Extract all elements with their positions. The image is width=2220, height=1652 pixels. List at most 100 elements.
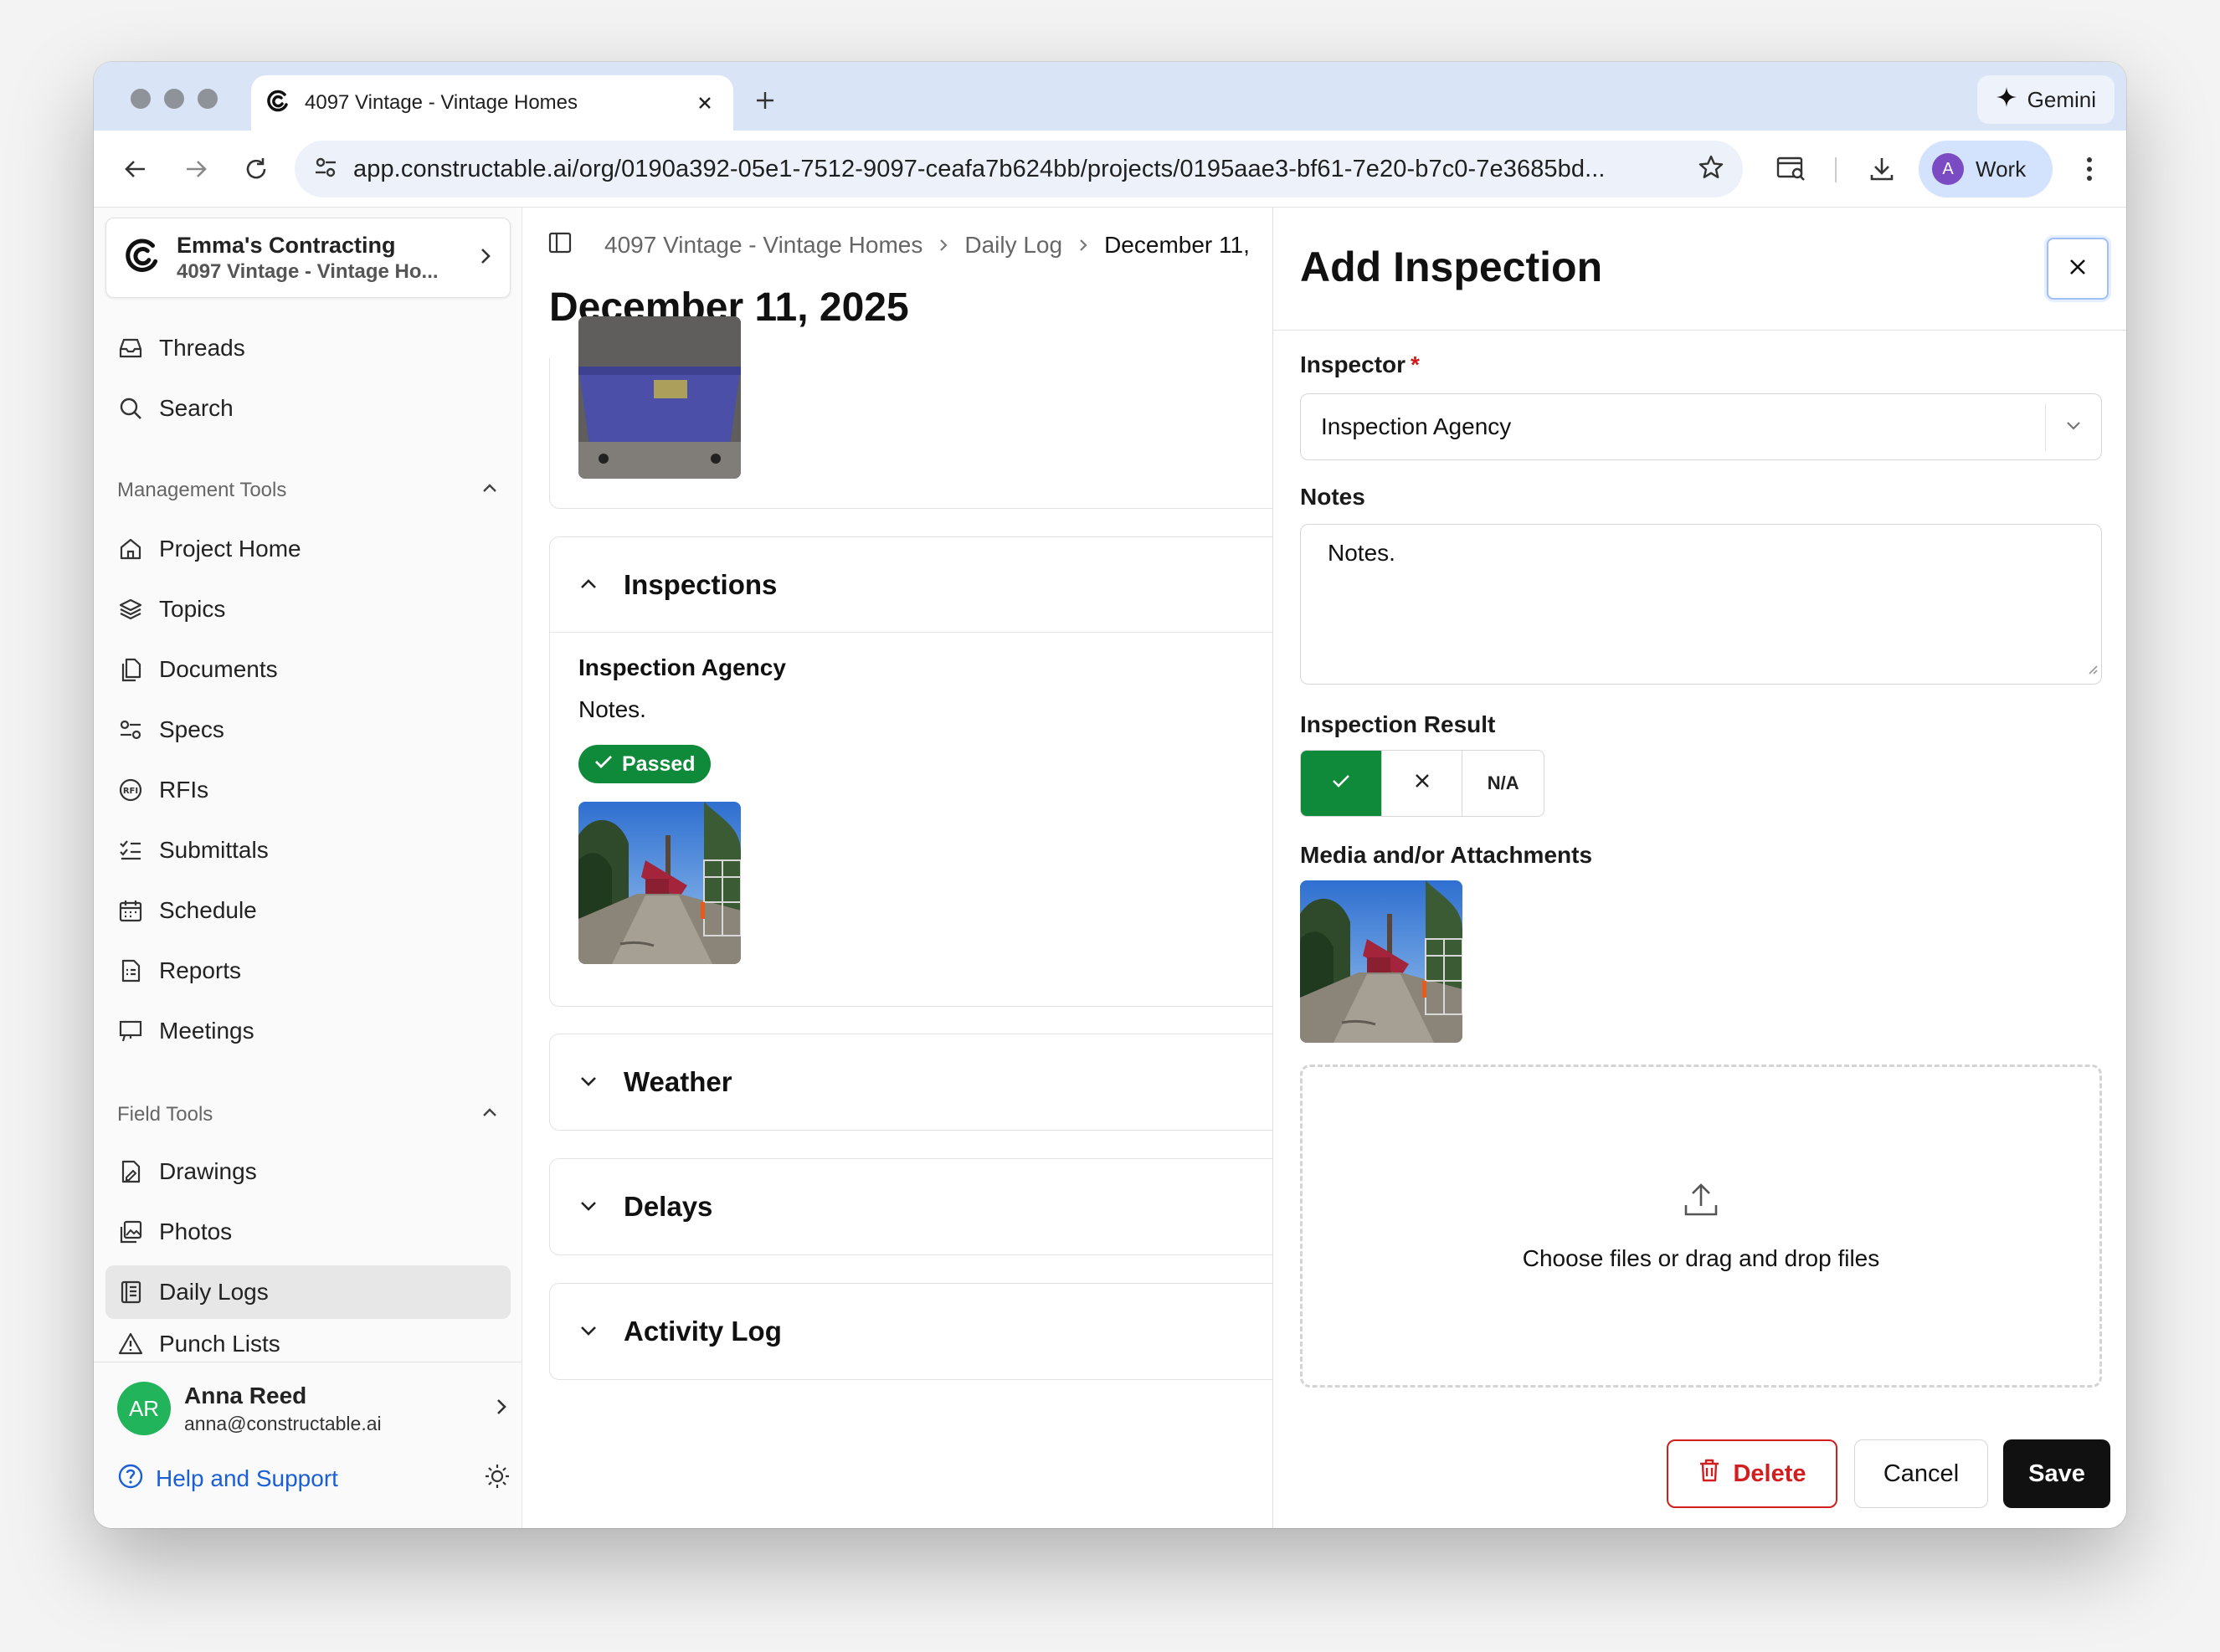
- new-tab-icon[interactable]: [747, 82, 784, 119]
- help-label: Help and Support: [156, 1465, 338, 1491]
- not-applicable-icon: N/A: [1487, 772, 1519, 793]
- browser-tab[interactable]: 4097 Vintage - Vintage Homes: [251, 75, 733, 131]
- notes-textarea[interactable]: Notes.: [1300, 524, 2102, 685]
- more-menu-icon[interactable]: [2068, 147, 2111, 191]
- tab-search-icon[interactable]: [1770, 147, 1813, 191]
- sidebar-item-label: Reports: [159, 957, 242, 983]
- inspection-entry-notes: Notes.: [578, 696, 646, 722]
- sidebar-item-label: Schedule: [159, 897, 257, 923]
- breadcrumb-project-link[interactable]: 4097 Vintage - Vintage Homes: [604, 232, 922, 259]
- tab-strip: 4097 Vintage - Vintage Homes Gemini: [94, 62, 2126, 131]
- reload-icon[interactable]: [234, 147, 278, 191]
- close-drawer-button[interactable]: [2047, 238, 2109, 300]
- file-dropzone[interactable]: Choose files or drag and drop files: [1300, 1065, 2102, 1388]
- delays-header[interactable]: Delays: [550, 1159, 1272, 1254]
- site-settings-icon[interactable]: [313, 155, 338, 184]
- sidebar-item-documents[interactable]: Documents: [105, 643, 511, 696]
- sidebar-item-project-home[interactable]: Project Home: [105, 522, 511, 576]
- photos-card: [549, 316, 1272, 509]
- user-menu[interactable]: AR Anna Reed anna@constructable.ai: [117, 1375, 511, 1442]
- help-and-support-link[interactable]: Help and Support: [117, 1458, 511, 1500]
- dumpster-photo[interactable]: [578, 316, 741, 479]
- theme-toggle-sun-icon[interactable]: [484, 1463, 511, 1496]
- weather-section[interactable]: Weather: [549, 1034, 1272, 1131]
- result-na-button[interactable]: N/A: [1462, 751, 1544, 816]
- divider: [1273, 330, 2126, 331]
- management-tools-header[interactable]: Management Tools: [117, 474, 499, 507]
- breadcrumb-daily-log-link[interactable]: Daily Log: [964, 232, 1062, 259]
- sidebar-item-meetings[interactable]: Meetings: [105, 1004, 511, 1058]
- delays-section[interactable]: Delays: [549, 1158, 1272, 1255]
- chevron-right-icon: [476, 247, 495, 269]
- sidebar-item-label: Meetings: [159, 1018, 254, 1044]
- browser-window: 4097 Vintage - Vintage Homes Gemini app.…: [94, 62, 2126, 1528]
- tab-title: 4097 Vintage - Vintage Homes: [305, 91, 578, 114]
- activity-log-header[interactable]: Activity Log: [550, 1284, 1272, 1379]
- back-arrow-icon[interactable]: [114, 147, 157, 191]
- sidebar-item-threads[interactable]: Threads: [105, 321, 511, 375]
- attachment-thumbnail[interactable]: [1300, 880, 1462, 1043]
- inspections-card: Inspections Inspection Agency Notes. Pas…: [549, 536, 1272, 1007]
- sidebar-item-schedule[interactable]: Schedule: [105, 884, 511, 937]
- app-area: Emma's Contracting 4097 Vintage - Vintag…: [94, 208, 2126, 1528]
- sidebar-item-label: Photos: [159, 1218, 233, 1244]
- sidebar-item-reports[interactable]: Reports: [105, 944, 511, 998]
- save-button[interactable]: Save: [2003, 1439, 2110, 1508]
- gemini-label: Gemini: [2027, 86, 2096, 112]
- breadcrumb-current: December 11,: [1104, 232, 1250, 258]
- section-title: Inspections: [624, 568, 778, 600]
- sidebar-item-label: Search: [159, 395, 234, 421]
- sparkle-icon: [1996, 86, 2017, 114]
- sidebar-item-drawings[interactable]: Drawings: [105, 1145, 511, 1198]
- field-label-text: Inspector: [1300, 351, 1406, 377]
- sidebar-item-label: Drawings: [159, 1158, 257, 1184]
- notes-label: Notes: [1300, 484, 1365, 510]
- address-bar[interactable]: app.constructable.ai/org/0190a392-05e1-7…: [295, 141, 1743, 198]
- chevron-right-icon: [1076, 232, 1091, 259]
- inspector-value: Inspection Agency: [1321, 413, 1512, 439]
- project-name: 4097 Vintage - Vintage Ho...: [177, 259, 439, 283]
- maximize-window-button[interactable]: [198, 89, 218, 109]
- sidebar-item-rfis[interactable]: RFI RFIs: [105, 763, 511, 817]
- minimize-window-button[interactable]: [164, 89, 184, 109]
- cancel-button[interactable]: Cancel: [1854, 1439, 1988, 1508]
- sidebar-item-search[interactable]: Search: [105, 382, 511, 435]
- activity-log-section[interactable]: Activity Log: [549, 1283, 1272, 1380]
- download-icon[interactable]: [1860, 147, 1904, 191]
- close-window-button[interactable]: [131, 89, 151, 109]
- inbox-icon: [117, 335, 144, 362]
- gemini-button[interactable]: Gemini: [1976, 75, 2115, 124]
- sidebar-toggle-icon[interactable]: [547, 230, 573, 261]
- weather-header[interactable]: Weather: [550, 1034, 1272, 1130]
- photos-icon: [117, 1218, 144, 1245]
- sidebar-item-specs[interactable]: Specs: [105, 703, 511, 757]
- result-pass-button[interactable]: [1301, 751, 1382, 816]
- field-tools-header[interactable]: Field Tools: [117, 1098, 499, 1131]
- inspector-label: Inspector *: [1300, 351, 1420, 378]
- close-icon: [2067, 256, 2089, 282]
- profile-button[interactable]: A Work: [1919, 141, 2053, 198]
- inspection-entry-name: Inspection Agency: [578, 654, 786, 680]
- inspections-header[interactable]: Inspections: [550, 537, 1272, 633]
- inspection-photo[interactable]: [578, 802, 741, 964]
- delete-button[interactable]: Delete: [1667, 1439, 1837, 1508]
- sidebar-item-punch-lists[interactable]: Punch Lists: [105, 1326, 511, 1361]
- resize-handle-icon[interactable]: [2084, 654, 2098, 680]
- checklist-icon: [117, 837, 144, 864]
- x-icon: [1412, 771, 1432, 797]
- section-title: Weather: [624, 1066, 732, 1097]
- result-fail-button[interactable]: [1382, 751, 1463, 816]
- url-text: app.constructable.ai/org/0190a392-05e1-7…: [353, 155, 1606, 182]
- forward-arrow-icon[interactable]: [174, 147, 218, 191]
- sidebar-item-topics[interactable]: Topics: [105, 582, 511, 636]
- sidebar-item-label: Project Home: [159, 536, 301, 562]
- sidebar-item-submittals[interactable]: Submittals: [105, 823, 511, 877]
- sidebar-item-photos[interactable]: Photos: [105, 1205, 511, 1259]
- inspector-select[interactable]: Inspection Agency: [1300, 393, 2102, 460]
- help-circle-icon: [117, 1463, 144, 1496]
- tab-close-icon[interactable]: [690, 88, 720, 118]
- bookmark-star-icon[interactable]: [1698, 154, 1724, 185]
- project-switcher[interactable]: Emma's Contracting 4097 Vintage - Vintag…: [105, 218, 511, 298]
- profile-avatar: A: [1932, 153, 1964, 185]
- sidebar-item-daily-logs[interactable]: Daily Logs: [105, 1265, 511, 1319]
